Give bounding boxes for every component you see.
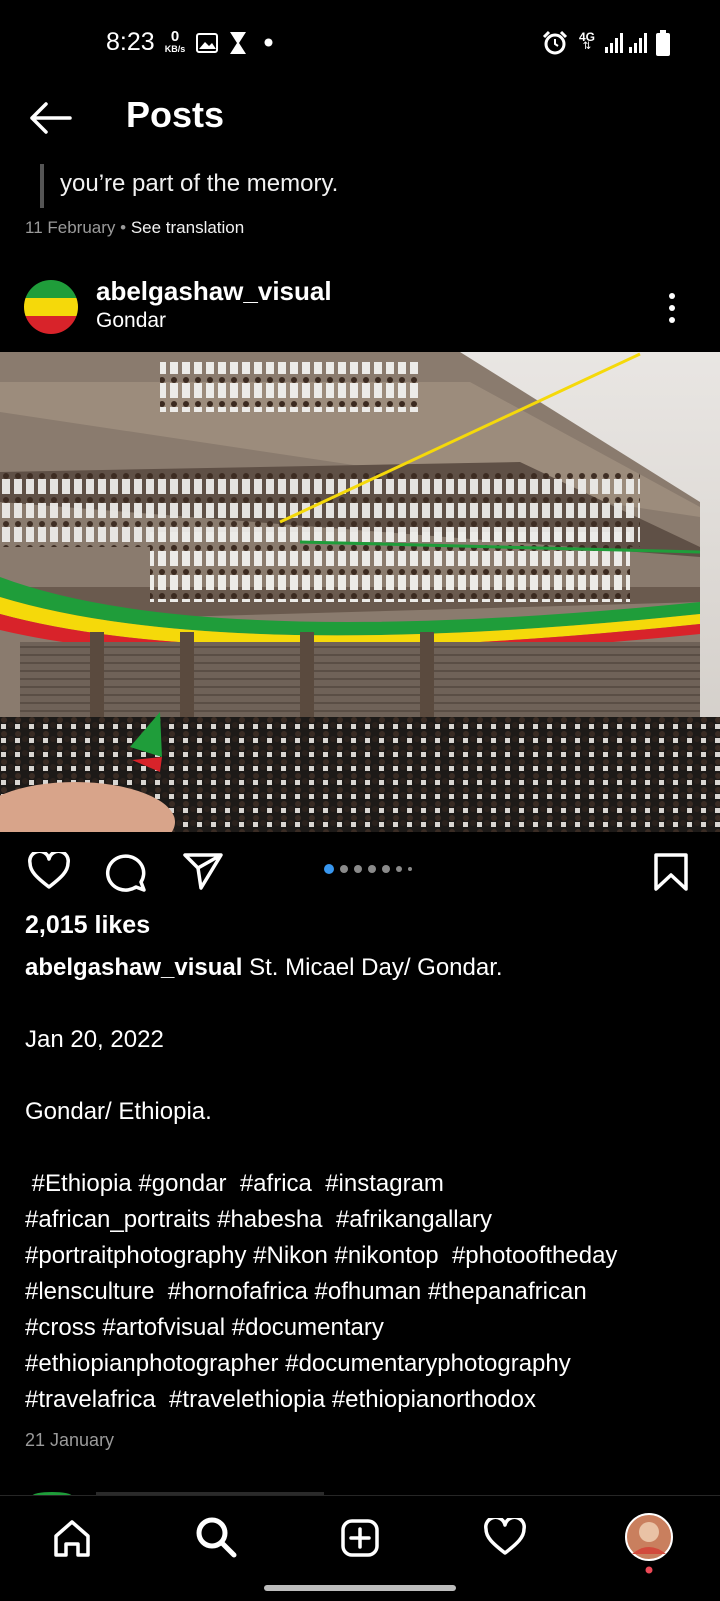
status-time: 8:23 [106, 28, 155, 56]
carousel-dot [324, 864, 334, 874]
signal-icon [629, 33, 647, 53]
profile-avatar[interactable] [624, 1512, 674, 1562]
post-location[interactable]: Gondar [96, 309, 166, 333]
more-options-icon[interactable] [668, 292, 676, 324]
gallery-icon [196, 33, 218, 53]
caption-text: St. Micael Day/ Gondar. Jan 20, 2022 Gon… [25, 954, 618, 1413]
previous-caption-tail: you’re part of the memory. [60, 170, 339, 197]
carousel-indicator [324, 864, 412, 874]
comment-icon[interactable] [105, 852, 147, 892]
carousel-dot [408, 867, 412, 871]
previous-post-meta: 11 February • See translation [25, 218, 244, 238]
carousel-dot [340, 865, 348, 873]
dot-icon [264, 38, 273, 47]
network-type: 4G ⇅ [576, 31, 598, 52]
battery-icon [656, 30, 670, 56]
post-username[interactable]: abelgashaw_visual [96, 276, 332, 307]
net-speed: 0 KB/s [162, 28, 188, 54]
carousel-dot [382, 865, 390, 873]
like-heart-icon[interactable] [28, 852, 70, 890]
carousel-dot [396, 866, 402, 872]
carousel-dot [368, 865, 376, 873]
status-bar: 8:23 0 KB/s 4G ⇅ [0, 0, 720, 88]
share-send-icon[interactable] [182, 852, 224, 890]
caption-username[interactable]: abelgashaw_visual [25, 954, 242, 981]
profile-notification-dot [645, 1566, 653, 1574]
signal-icon [605, 33, 623, 53]
net-speed-value: 0 [170, 28, 180, 45]
post-date: 21 January [25, 1430, 115, 1450]
activity-heart-icon[interactable] [484, 1518, 526, 1556]
previous-post-date: 11 February [25, 218, 116, 237]
create-post-icon[interactable] [340, 1518, 380, 1558]
post-photo[interactable] [0, 352, 720, 832]
net-speed-unit: KB/s [164, 44, 186, 54]
save-bookmark-icon[interactable] [653, 852, 689, 892]
post-caption: abelgashaw_visual St. Micael Day/ Gondar… [25, 950, 705, 1418]
author-avatar[interactable] [24, 280, 78, 334]
search-icon[interactable] [195, 1516, 237, 1558]
like-count[interactable]: 2,015 likes [25, 911, 150, 940]
home-icon[interactable] [52, 1518, 92, 1558]
meta-separator: • [115, 218, 131, 237]
see-translation-link[interactable]: See translation [131, 218, 244, 237]
page-title: Posts [126, 94, 225, 135]
back-arrow-icon[interactable] [26, 98, 74, 138]
gesture-bar[interactable] [264, 1585, 456, 1591]
alarm-icon [542, 30, 568, 55]
carousel-dot [354, 865, 362, 873]
quote-bar [40, 164, 44, 208]
hourglass-icon [230, 32, 246, 54]
